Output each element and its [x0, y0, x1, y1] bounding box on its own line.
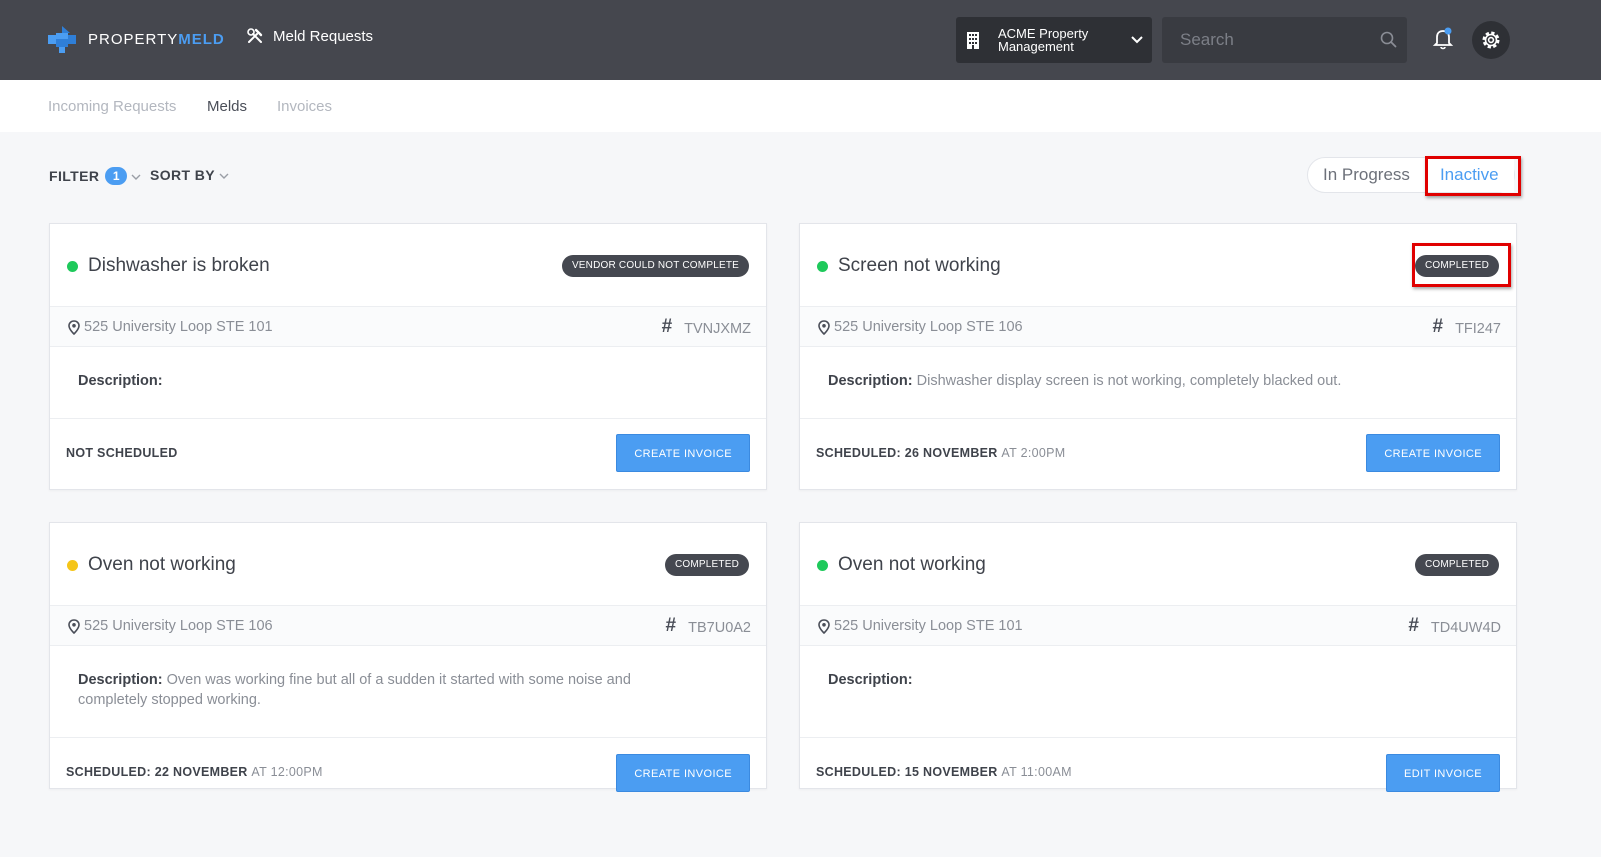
filter-label: FILTER: [49, 168, 100, 184]
tab-melds[interactable]: Melds: [207, 98, 247, 115]
chevron-down-icon: [131, 174, 141, 180]
meld-reference: # TB7U0A2: [665, 615, 751, 636]
search-icon[interactable]: [1380, 31, 1397, 48]
search-input[interactable]: [1162, 17, 1372, 63]
tab-incoming-requests[interactable]: Incoming Requests: [48, 98, 176, 115]
filter-count-badge: 1: [105, 167, 128, 185]
meld-description: Description:: [828, 672, 913, 688]
schedule-text: SCHEDULED: 22 NOVEMBER AT 12:00PM: [66, 765, 323, 779]
schedule-text: SCHEDULED: 26 NOVEMBER AT 2:00PM: [816, 446, 1066, 460]
status-dot: [67, 261, 78, 272]
logo-text: PROPERTYMELD: [88, 31, 225, 48]
create-invoice-button[interactable]: CREATE INVOICE: [1366, 434, 1500, 472]
status-badge: COMPLETED: [1414, 554, 1499, 576]
bell-icon[interactable]: [1432, 26, 1454, 57]
meld-reference: # TFI247: [1432, 316, 1501, 337]
building-icon: [956, 17, 990, 63]
hash-icon: #: [665, 615, 677, 636]
sort-by-dropdown[interactable]: SORT BY: [150, 167, 229, 183]
location-pin-icon: [818, 618, 830, 634]
tab-invoices[interactable]: Invoices: [277, 98, 332, 115]
meld-title[interactable]: Screen not working: [838, 255, 1001, 277]
status-badge: COMPLETED: [664, 554, 749, 576]
chevron-down-icon: [219, 173, 229, 179]
meld-card[interactable]: Dishwasher is broken VENDOR COULD NOT CO…: [49, 223, 767, 490]
propertymeld-logo-icon: [48, 26, 76, 53]
meld-card[interactable]: Screen not working COMPLETED 525 Univers…: [799, 223, 1517, 490]
meld-card[interactable]: Oven not working COMPLETED 525 Universit…: [799, 522, 1517, 792]
propertymeld-logo[interactable]: PROPERTYMELD: [48, 26, 225, 53]
location-pin-icon: [68, 618, 80, 634]
organization-select[interactable]: ACME Property Management: [956, 17, 1152, 63]
sub-navigation: Incoming Requests Melds Invoices: [0, 80, 1601, 132]
meld-reference: # TD4UW4D: [1408, 615, 1501, 636]
meld-title[interactable]: Dishwasher is broken: [88, 255, 270, 277]
meld-description: Description: Oven was working fine but a…: [78, 672, 631, 708]
status-dot: [817, 261, 828, 272]
gear-icon: [1482, 31, 1500, 49]
meld-description: Description: Dishwasher display screen i…: [828, 373, 1342, 389]
meld-address: 525 University Loop STE 101: [68, 319, 273, 335]
meld-reference: # TVNJXMZ: [661, 316, 751, 337]
create-invoice-button[interactable]: CREATE INVOICE: [616, 754, 750, 792]
status-dot: [67, 560, 78, 571]
settings-button[interactable]: [1472, 21, 1510, 59]
meld-title[interactable]: Oven not working: [88, 554, 236, 576]
top-header-bar: PROPERTYMELD Meld Requests ACME Property…: [0, 0, 1601, 80]
schedule-text: SCHEDULED: 15 NOVEMBER AT 11:00AM: [816, 765, 1072, 779]
hash-icon: #: [1432, 316, 1444, 337]
location-pin-icon: [818, 319, 830, 335]
chevron-down-icon: [1122, 36, 1152, 44]
location-pin-icon: [68, 319, 80, 335]
search-box: [1162, 17, 1407, 63]
toggle-in-progress[interactable]: In Progress: [1308, 158, 1425, 192]
sort-by-label: SORT BY: [150, 167, 216, 183]
status-dot: [817, 560, 828, 571]
meld-address: 525 University Loop STE 106: [818, 319, 1023, 335]
meld-address: 525 University Loop STE 101: [818, 618, 1023, 634]
meld-title[interactable]: Oven not working: [838, 554, 986, 576]
app-title-label: Meld Requests: [273, 27, 374, 45]
view-toggle: In Progress Inactive: [1307, 157, 1515, 193]
edit-invoice-button[interactable]: EDIT INVOICE: [1386, 754, 1500, 792]
toggle-inactive[interactable]: Inactive: [1424, 158, 1514, 192]
hash-icon: #: [661, 316, 673, 337]
meld-description: Description:: [78, 373, 163, 389]
status-badge: COMPLETED: [1414, 255, 1499, 277]
hash-icon: #: [1408, 615, 1419, 636]
meld-address: 525 University Loop STE 106: [68, 618, 273, 634]
filter-dropdown[interactable]: FILTER 1: [49, 167, 141, 185]
app-title[interactable]: Meld Requests: [246, 27, 373, 45]
create-invoice-button[interactable]: CREATE INVOICE: [616, 434, 750, 472]
status-badge: VENDOR COULD NOT COMPLETE: [561, 255, 749, 277]
tools-icon: [247, 28, 263, 43]
organization-name: ACME Property Management: [998, 26, 1089, 54]
meld-card[interactable]: Oven not working COMPLETED 525 Universit…: [49, 522, 767, 792]
schedule-text: NOT SCHEDULED: [66, 446, 178, 460]
